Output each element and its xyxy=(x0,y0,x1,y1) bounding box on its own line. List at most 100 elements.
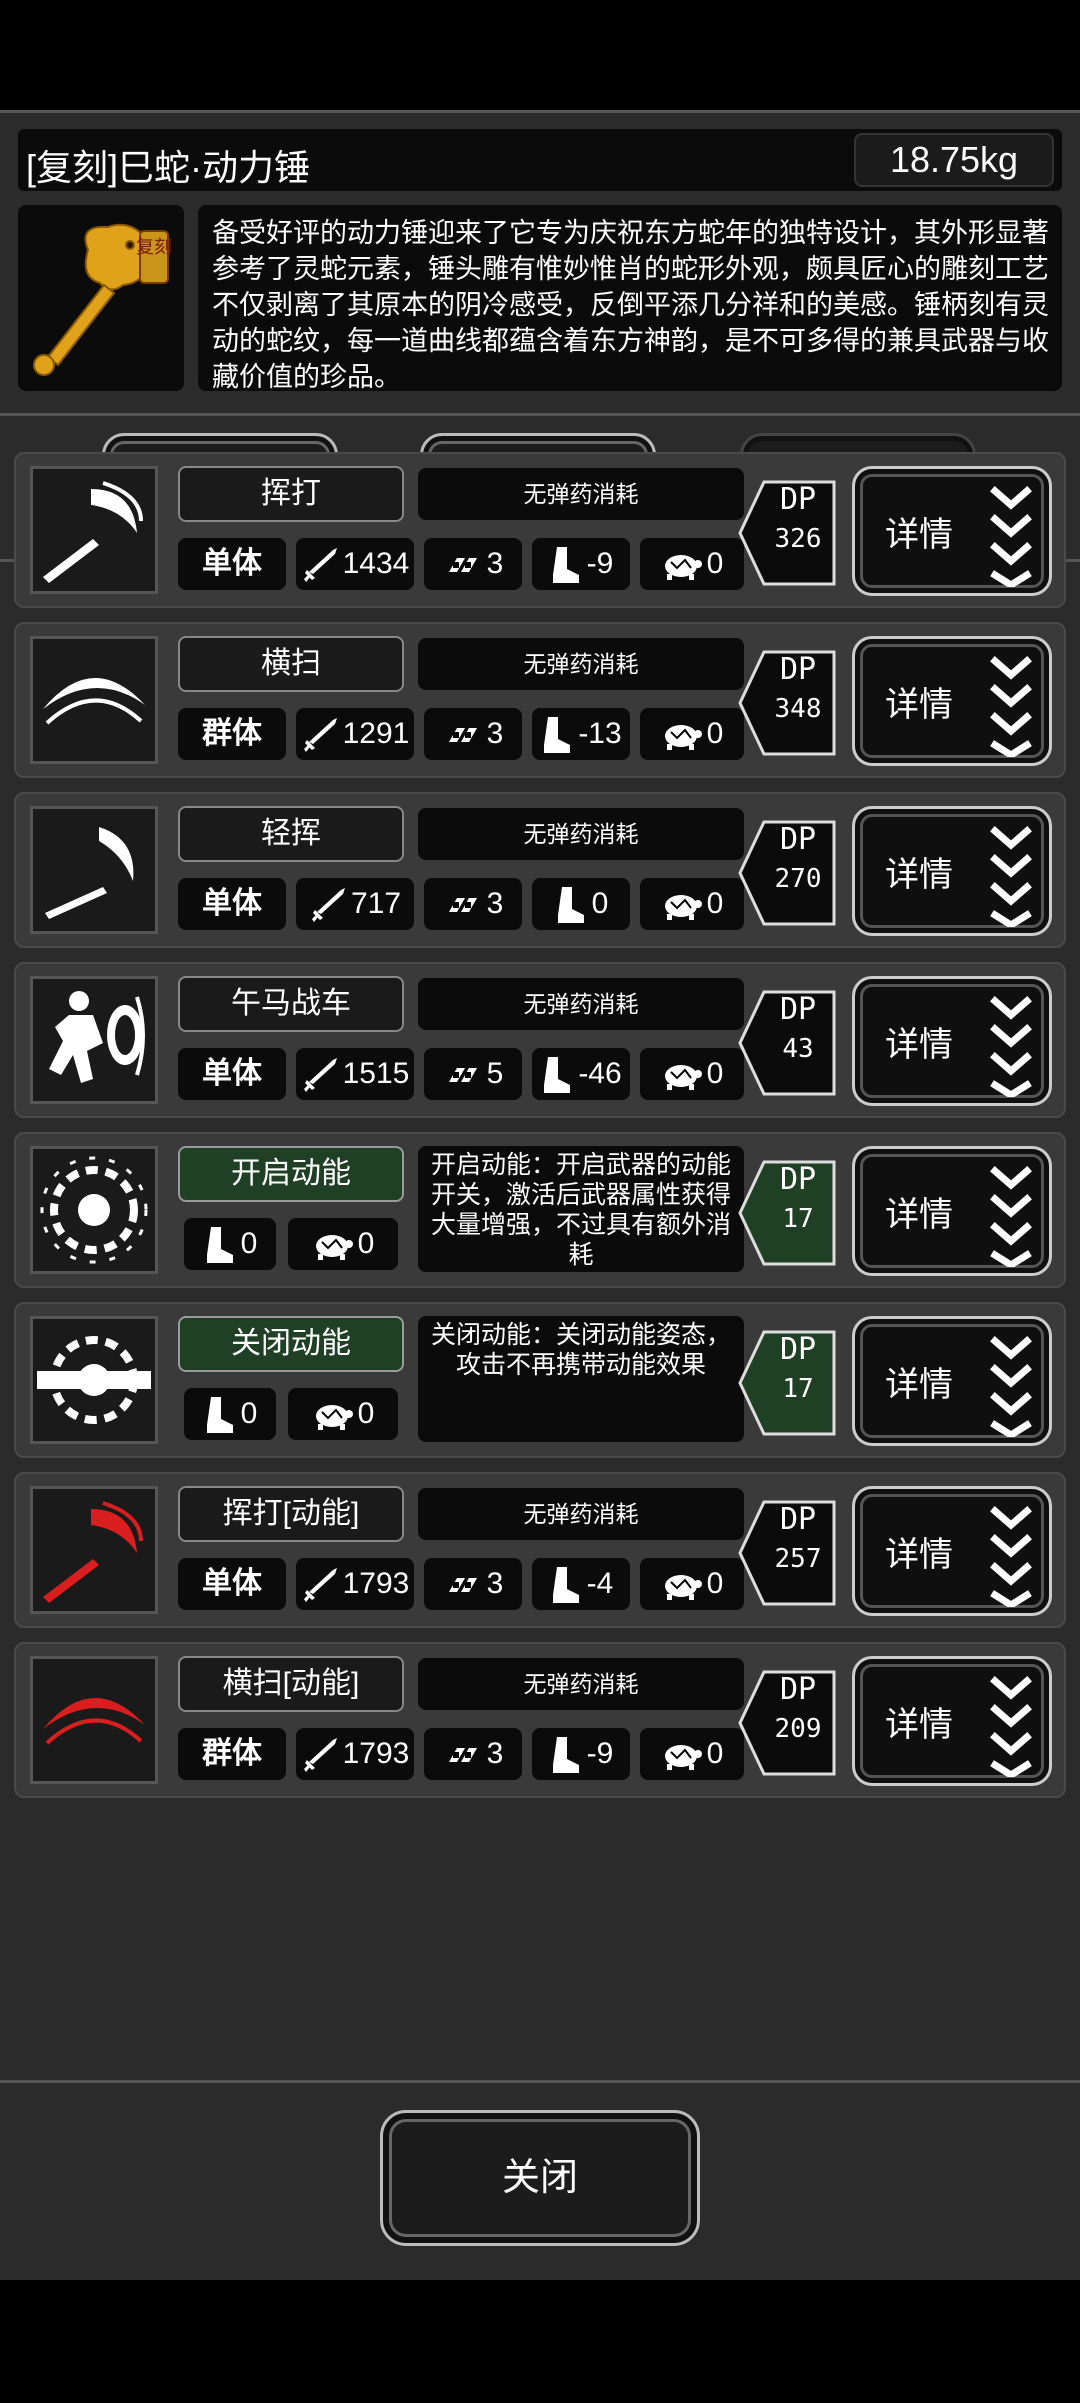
damage-stat: 1434 xyxy=(296,538,414,590)
chevron-down-icon xyxy=(989,1671,1033,1782)
dp-label: DP xyxy=(779,482,817,517)
hammer-icon: 复刻 xyxy=(18,205,184,391)
divider xyxy=(0,413,1080,416)
turtle-icon xyxy=(315,1235,353,1261)
boot-icon xyxy=(552,1567,579,1604)
turtle-icon xyxy=(664,1745,702,1771)
stamina-stat: 0 xyxy=(640,538,744,590)
move-name: 横扫[动能] xyxy=(178,1656,404,1712)
move-row: 开启动能 开启动能：开启武器的动能开关，激活后武器属性获得大量增强，不过具有额外消… xyxy=(14,1132,1066,1288)
sword-icon xyxy=(303,1738,337,1773)
stamina-stat: 0 xyxy=(640,1728,744,1780)
dp-value: 209 xyxy=(774,1714,822,1744)
sword-icon xyxy=(303,1058,337,1093)
target-type: 单体 xyxy=(178,878,286,930)
dp-label: DP xyxy=(779,1332,817,1367)
speed-icon xyxy=(448,1578,477,1593)
damage-stat: 1793 xyxy=(296,1558,414,1610)
power-off-icon xyxy=(30,1316,158,1444)
powered-sweep-icon xyxy=(30,1656,158,1784)
ammo-cost: 无弹药消耗 xyxy=(418,808,744,860)
detail-button[interactable]: 详情 xyxy=(852,1656,1052,1786)
detail-label: 详情 xyxy=(885,1366,953,1404)
powered-swing-icon xyxy=(30,1486,158,1614)
dp-value: 348 xyxy=(774,694,822,724)
move-cost-stat: 0 xyxy=(184,1218,276,1270)
sword-icon xyxy=(311,888,345,923)
boot-icon xyxy=(552,1737,579,1774)
dp-value: 257 xyxy=(774,1544,822,1574)
stamina-stat: 0 xyxy=(288,1218,398,1270)
turtle-icon xyxy=(315,1405,353,1431)
speed-icon xyxy=(448,898,477,913)
detail-button[interactable]: 详情 xyxy=(852,1486,1052,1616)
move-name: 午马战车 xyxy=(178,976,404,1032)
badge-text: 复刻 xyxy=(136,237,172,258)
speed-stat: 5 xyxy=(424,1048,522,1100)
dp-value: 326 xyxy=(774,524,822,554)
stamina-stat: 0 xyxy=(288,1388,398,1440)
move-name: 轻挥 xyxy=(178,806,404,862)
light-swing-icon xyxy=(30,806,158,934)
stamina-stat: 0 xyxy=(640,708,744,760)
speed-stat: 3 xyxy=(424,1728,522,1780)
dp-value: 43 xyxy=(782,1034,814,1064)
turtle-icon xyxy=(664,895,702,921)
close-button[interactable]: 关闭 xyxy=(380,2110,700,2246)
detail-button[interactable]: 详情 xyxy=(852,466,1052,596)
move-row: 横扫 无弹药消耗 群体 1291 3 -13 0 DP 348 详情 xyxy=(14,622,1066,778)
move-row: 关闭动能 关闭动能：关闭动能姿态，攻击不再携带动能效果 0 0 DP 17 详情 xyxy=(14,1302,1066,1458)
move-cost-stat: -13 xyxy=(532,708,630,760)
chevron-down-icon xyxy=(989,1501,1033,1612)
target-type: 群体 xyxy=(178,708,286,760)
detail-label: 详情 xyxy=(885,1706,953,1744)
move-cost-stat: 0 xyxy=(184,1388,276,1440)
detail-button[interactable]: 详情 xyxy=(852,1146,1052,1276)
dp-label: DP xyxy=(779,1162,817,1197)
detail-label: 详情 xyxy=(885,686,953,724)
move-name: 挥打[动能] xyxy=(178,1486,404,1542)
target-type: 群体 xyxy=(178,1728,286,1780)
target-type: 单体 xyxy=(178,538,286,590)
boot-icon xyxy=(552,547,579,584)
speed-stat: 3 xyxy=(424,1558,522,1610)
item-description: 备受好评的动力锤迎来了它专为庆祝东方蛇年的独特设计，其外形显著参考了灵蛇元素，锤… xyxy=(198,205,1062,392)
move-row: 轻挥 无弹药消耗 单体 717 3 0 0 DP 270 详情 xyxy=(14,792,1066,948)
move-row: 横扫[动能] 无弹药消耗 群体 1793 3 -9 0 DP 209 详情 xyxy=(14,1642,1066,1798)
detail-label: 详情 xyxy=(885,856,953,894)
speed-icon xyxy=(448,728,477,743)
ammo-cost: 无弹药消耗 xyxy=(418,468,744,520)
charge-icon xyxy=(30,976,158,1104)
turtle-icon xyxy=(664,1065,702,1091)
move-name: 挥打 xyxy=(178,466,404,522)
boot-icon xyxy=(206,1227,233,1264)
move-description: 关闭动能：关闭动能姿态，攻击不再携带动能效果 xyxy=(418,1316,744,1442)
ammo-cost: 无弹药消耗 xyxy=(418,638,744,690)
boot-icon xyxy=(544,717,571,754)
stamina-stat: 0 xyxy=(640,1558,744,1610)
chevron-down-icon xyxy=(989,991,1033,1102)
move-name: 开启动能 xyxy=(178,1146,404,1202)
ammo-cost: 无弹药消耗 xyxy=(418,1658,744,1710)
detail-button[interactable]: 详情 xyxy=(852,1316,1052,1446)
move-cost-stat: -46 xyxy=(532,1048,630,1100)
target-type: 单体 xyxy=(178,1558,286,1610)
move-row: 挥打[动能] 无弹药消耗 单体 1793 3 -4 0 DP 257 详情 xyxy=(14,1472,1066,1628)
stamina-stat: 0 xyxy=(640,878,744,930)
detail-button[interactable]: 详情 xyxy=(852,636,1052,766)
detail-label: 详情 xyxy=(885,1536,953,1574)
sweep-icon xyxy=(30,636,158,764)
speed-stat: 3 xyxy=(424,878,522,930)
ammo-cost: 无弹药消耗 xyxy=(418,1488,744,1540)
dp-value: 17 xyxy=(782,1204,814,1234)
boot-icon xyxy=(206,1397,233,1434)
swing-icon xyxy=(30,466,158,594)
chevron-down-icon xyxy=(989,1161,1033,1272)
item-title: [复刻]巳蛇·动力锤 xyxy=(26,147,310,188)
detail-label: 详情 xyxy=(885,1026,953,1064)
sword-icon xyxy=(303,718,337,753)
detail-button[interactable]: 详情 xyxy=(852,806,1052,936)
move-cost-stat: -9 xyxy=(532,538,630,590)
detail-button[interactable]: 详情 xyxy=(852,976,1052,1106)
move-name: 关闭动能 xyxy=(178,1316,404,1372)
